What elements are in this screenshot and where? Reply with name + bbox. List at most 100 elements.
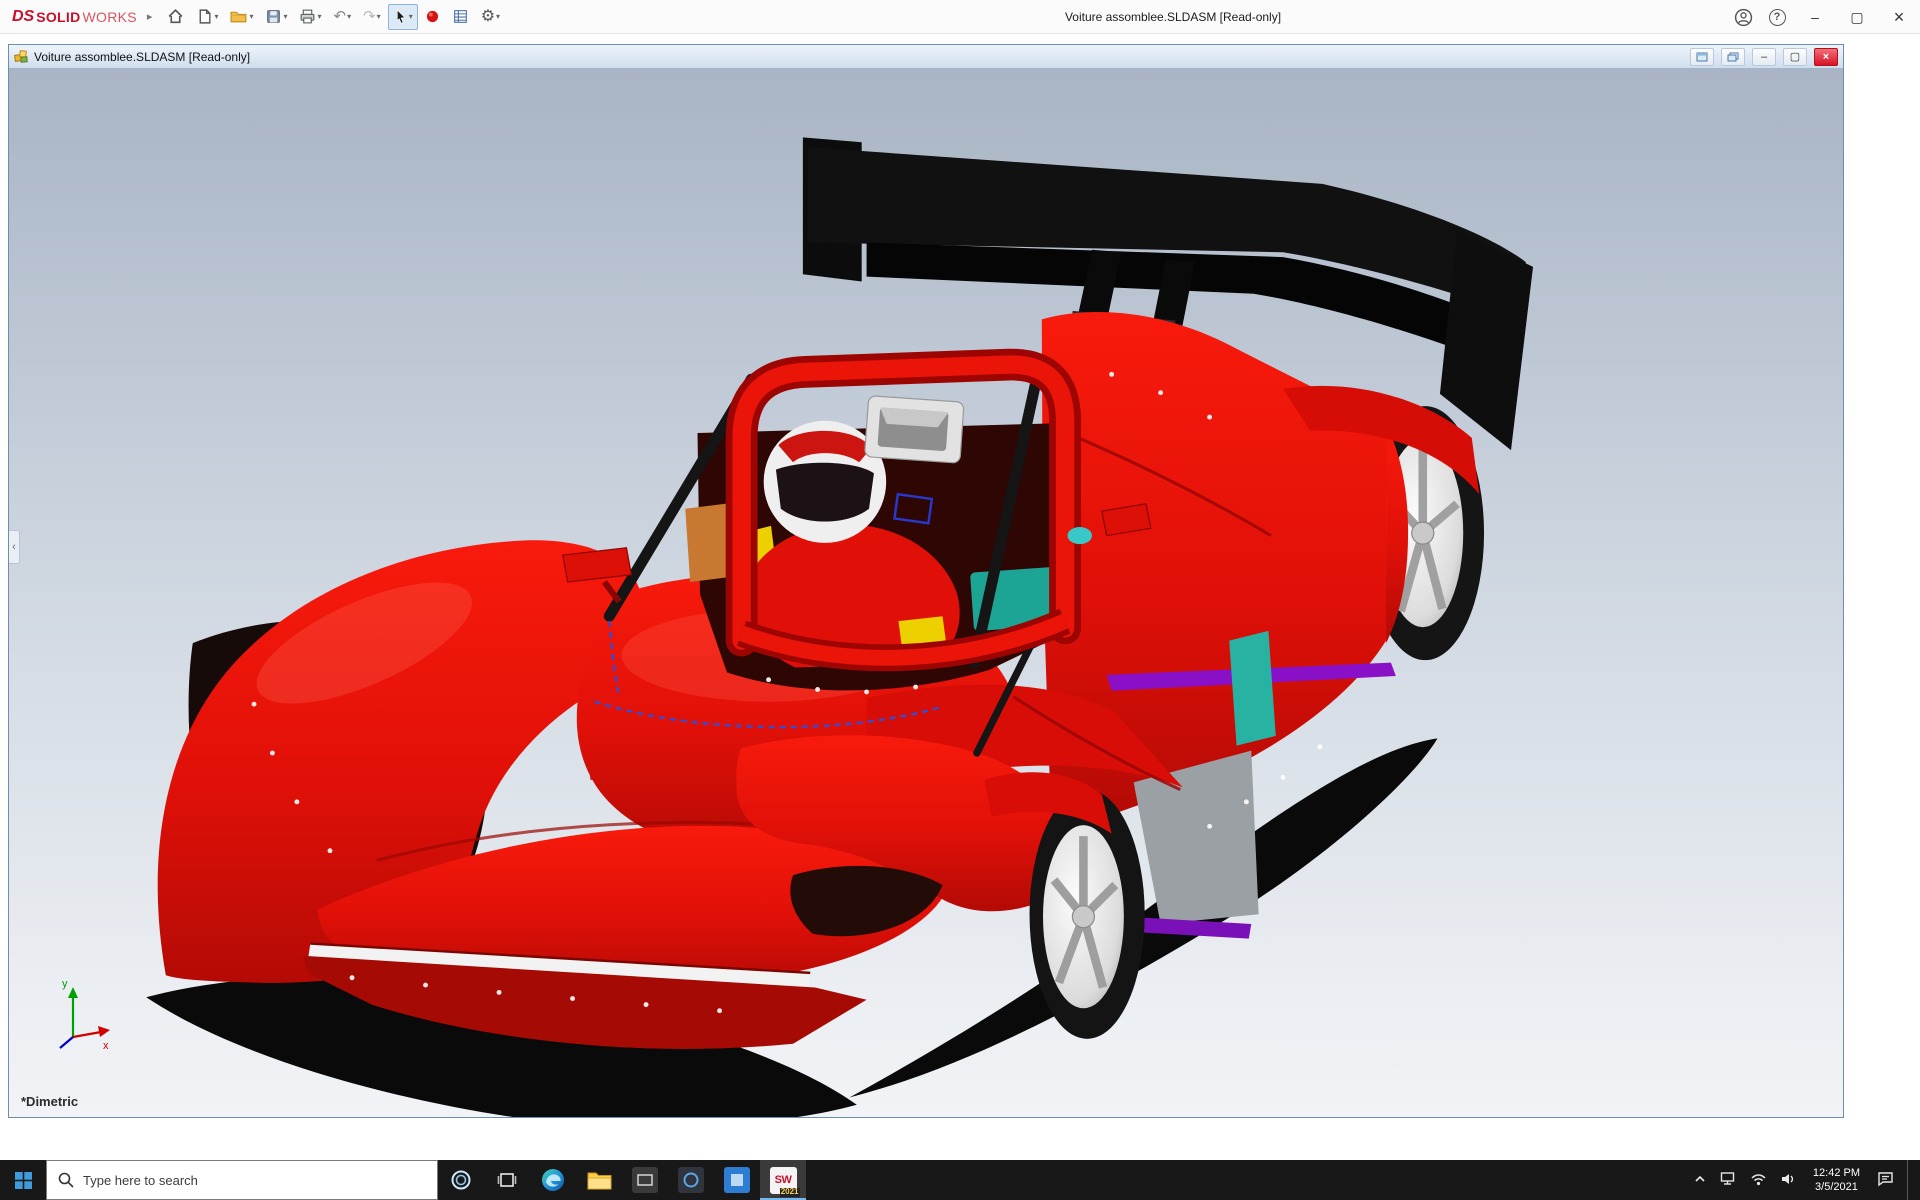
help-icon: ? bbox=[1769, 9, 1786, 26]
file-explorer-icon bbox=[587, 1170, 612, 1191]
taskbar-clock[interactable]: 12:42 PM 3/5/2021 bbox=[1809, 1166, 1864, 1195]
system-tray: 12:42 PM 3/5/2021 bbox=[1687, 1160, 1920, 1200]
photos-app-icon bbox=[678, 1167, 704, 1193]
edge-icon bbox=[540, 1167, 566, 1193]
doc-close-button[interactable]: × bbox=[1814, 48, 1838, 66]
ds-logo: DS bbox=[12, 8, 34, 26]
start-icon bbox=[15, 1172, 32, 1189]
dropdown-arrow-icon[interactable]: ▾ bbox=[496, 13, 500, 21]
doc-restore-button[interactable]: ▢ bbox=[1783, 48, 1807, 66]
print-icon bbox=[299, 8, 316, 25]
doc-minimize-button[interactable]: – bbox=[1752, 48, 1776, 66]
undo-icon: ↶ bbox=[334, 9, 347, 24]
show-desktop-button[interactable] bbox=[1907, 1160, 1914, 1200]
app-close-button[interactable]: × bbox=[1878, 0, 1920, 34]
cortana-button[interactable] bbox=[438, 1160, 484, 1200]
assembly-icon bbox=[14, 49, 29, 64]
home-icon bbox=[167, 8, 184, 25]
solidworks-taskbar-button[interactable]: SW 2021 bbox=[760, 1160, 806, 1200]
start-button[interactable] bbox=[0, 1160, 46, 1200]
home-button[interactable] bbox=[162, 4, 189, 30]
account-button[interactable] bbox=[1726, 0, 1760, 34]
dropdown-arrow-icon[interactable]: ▾ bbox=[283, 13, 287, 21]
solidworks-logo: DS SOLIDWORKS bbox=[0, 8, 145, 26]
print-button[interactable]: ▾ bbox=[294, 4, 326, 30]
dropdown-arrow-icon[interactable]: ▾ bbox=[214, 13, 218, 21]
doc-new-window-button[interactable] bbox=[1721, 48, 1745, 66]
dark-app-icon bbox=[632, 1167, 658, 1193]
network-tray-button[interactable] bbox=[1720, 1171, 1737, 1189]
clock-date: 3/5/2021 bbox=[1813, 1180, 1860, 1194]
task-view-icon bbox=[497, 1171, 517, 1189]
3d-model-race-car bbox=[9, 69, 1843, 1117]
app-dark-window-button[interactable] bbox=[622, 1160, 668, 1200]
search-icon bbox=[58, 1172, 74, 1188]
save-icon bbox=[265, 8, 282, 25]
search-input[interactable] bbox=[83, 1173, 426, 1188]
dropdown-arrow-icon[interactable]: ▾ bbox=[409, 13, 413, 21]
open-folder-icon bbox=[230, 8, 248, 25]
open-button[interactable]: ▾ bbox=[225, 4, 258, 30]
titlebar-right-controls: ? – ▢ × bbox=[1726, 0, 1920, 34]
solidworks-year-badge: 2021 bbox=[780, 1188, 800, 1197]
options-button[interactable]: ⚙ ▾ bbox=[476, 4, 505, 30]
app-photos-button[interactable] bbox=[668, 1160, 714, 1200]
taskbar-search[interactable] bbox=[46, 1160, 438, 1200]
solidworks-icon: SW 2021 bbox=[770, 1167, 797, 1194]
undo-button[interactable]: ↶ ▾ bbox=[329, 4, 357, 30]
options-gear-icon: ⚙ bbox=[481, 9, 495, 25]
blue-app-icon bbox=[724, 1167, 750, 1193]
document-title: Voiture assomblee.SLDASM [Read-only] bbox=[34, 50, 1683, 64]
app-minimize-button[interactable]: – bbox=[1794, 0, 1836, 34]
app-window-title: Voiture assomblee.SLDASM [Read-only] bbox=[1065, 0, 1281, 34]
doc-pane-button[interactable] bbox=[1690, 48, 1714, 66]
restore-icon: ▢ bbox=[1790, 50, 1800, 63]
select-cursor-icon bbox=[393, 9, 408, 25]
file-explorer-button[interactable] bbox=[576, 1160, 622, 1200]
rebuild-button[interactable] bbox=[420, 4, 445, 30]
axis-x-label: x bbox=[103, 1040, 109, 1052]
windows-taskbar: SW 2021 12:42 PM 3/5/2021 bbox=[0, 1160, 1920, 1200]
file-properties-icon bbox=[452, 8, 469, 25]
app-blue-tile-button[interactable] bbox=[714, 1160, 760, 1200]
tray-chevron-button[interactable] bbox=[1693, 1172, 1707, 1189]
app-workspace: Voiture assomblee.SLDASM [Read-only] – ▢… bbox=[0, 34, 1920, 1160]
menu-expand-arrow[interactable]: ▸ bbox=[147, 10, 153, 23]
close-icon: × bbox=[1894, 7, 1905, 28]
task-view-button[interactable] bbox=[484, 1160, 530, 1200]
graphics-viewport[interactable]: x y *Dimetric ‹ bbox=[9, 69, 1843, 1117]
wifi-icon bbox=[1750, 1172, 1767, 1186]
dropdown-arrow-icon[interactable]: ▾ bbox=[249, 13, 253, 21]
document-window: Voiture assomblee.SLDASM [Read-only] – ▢… bbox=[8, 44, 1844, 1118]
save-button[interactable]: ▾ bbox=[260, 4, 292, 30]
new-document-button[interactable]: ▾ bbox=[191, 4, 223, 30]
volume-tray-button[interactable] bbox=[1780, 1172, 1796, 1189]
help-button[interactable]: ? bbox=[1760, 0, 1794, 34]
minimize-icon: – bbox=[1761, 51, 1767, 63]
document-titlebar[interactable]: Voiture assomblee.SLDASM [Read-only] – ▢… bbox=[9, 45, 1843, 69]
clock-time: 12:42 PM bbox=[1813, 1166, 1860, 1180]
dropdown-arrow-icon[interactable]: ▾ bbox=[347, 13, 351, 21]
rebuild-icon bbox=[425, 9, 440, 24]
view-orientation-label: *Dimetric bbox=[21, 1094, 78, 1109]
dropdown-arrow-icon[interactable]: ▾ bbox=[317, 13, 321, 21]
edge-button[interactable] bbox=[530, 1160, 576, 1200]
file-properties-button[interactable] bbox=[447, 4, 474, 30]
redo-button[interactable]: ↷ ▾ bbox=[358, 4, 386, 30]
orientation-triad: x y bbox=[31, 975, 115, 1059]
window-pane-icon bbox=[1696, 52, 1708, 62]
app-maximize-button[interactable]: ▢ bbox=[1836, 0, 1878, 34]
action-center-icon bbox=[1877, 1171, 1894, 1187]
action-center-button[interactable] bbox=[1877, 1171, 1894, 1190]
dropdown-arrow-icon[interactable]: ▾ bbox=[377, 13, 381, 21]
speaker-icon bbox=[1780, 1172, 1796, 1186]
close-icon: × bbox=[1823, 51, 1829, 63]
feature-panel-collapse-arrow[interactable]: ‹ bbox=[9, 530, 20, 564]
new-document-icon bbox=[196, 8, 213, 25]
tray-chevron-icon bbox=[1693, 1172, 1707, 1186]
account-icon bbox=[1734, 8, 1753, 27]
wifi-tray-button[interactable] bbox=[1750, 1172, 1767, 1189]
minimize-icon: – bbox=[1811, 9, 1819, 25]
select-tool-button[interactable]: ▾ bbox=[388, 4, 418, 30]
main-toolbar: ▾ ▾ ▾ ▾ ↶ ▾ ↷ ▾ ▾ bbox=[162, 4, 505, 30]
